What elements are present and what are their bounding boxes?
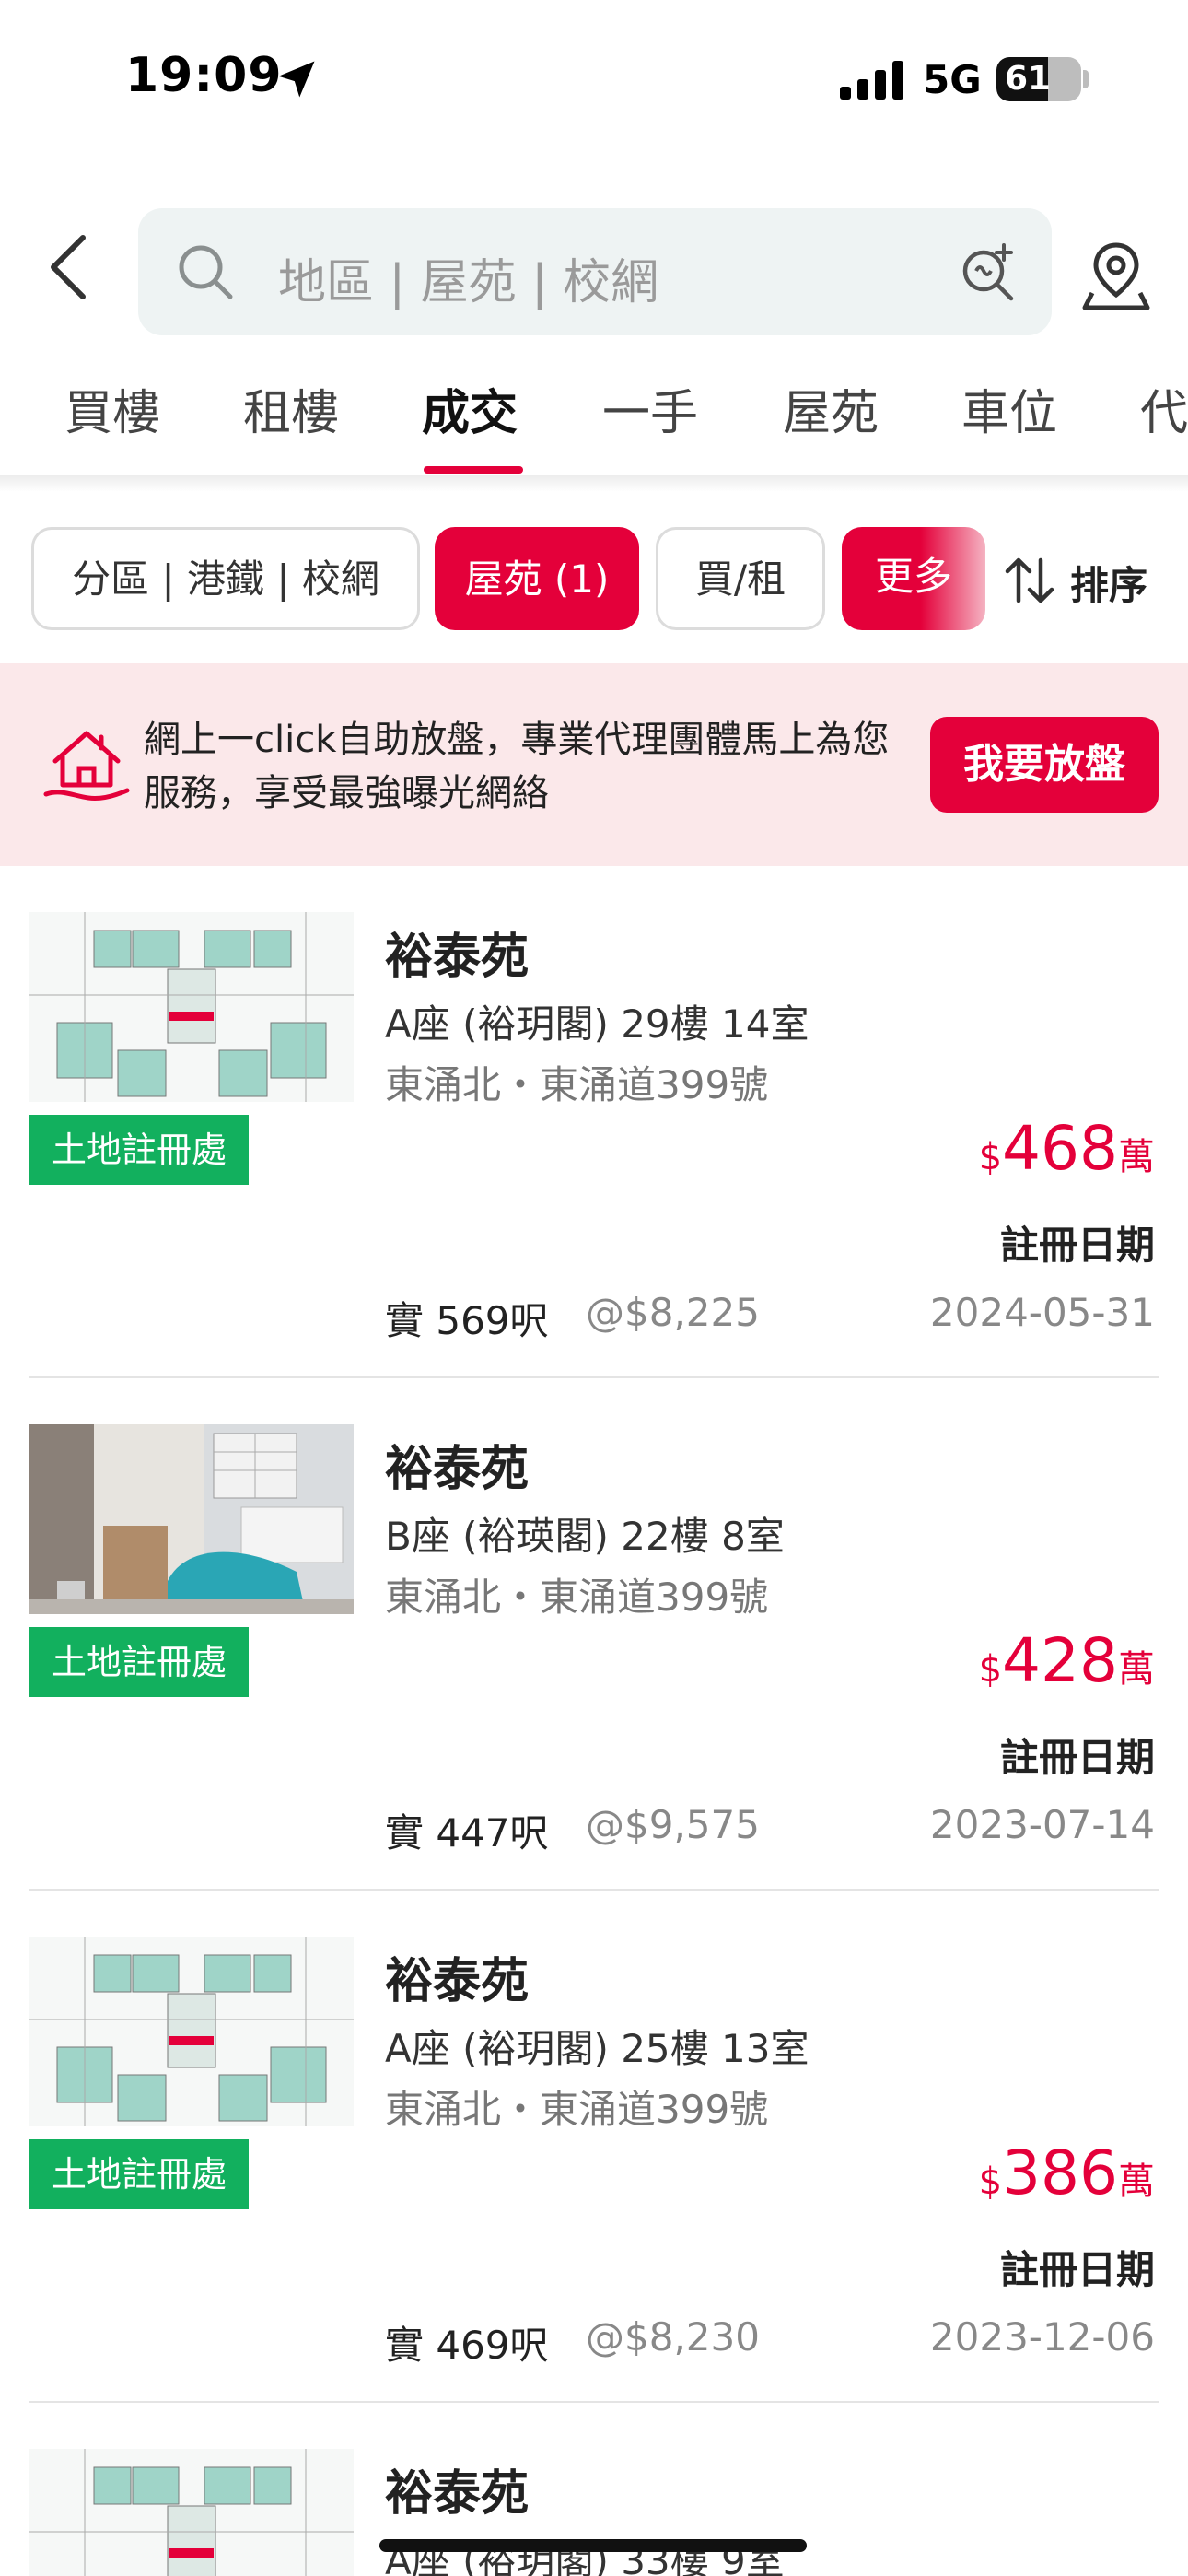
- registration-date: 2024-05-31: [929, 1290, 1155, 1335]
- floor-plan-image: [29, 2449, 354, 2576]
- listing-price: $428萬: [979, 1625, 1155, 1696]
- price-currency: $: [978, 1136, 1003, 1178]
- price-unit: 萬: [1118, 2160, 1155, 2203]
- map-pin-icon[interactable]: [1079, 238, 1153, 311]
- listing-item[interactable]: 土地註冊處 裕泰苑 B座 (裕瑛閣) 22樓 8室 東涌北・東涌道399號 $4…: [0, 1378, 1188, 1891]
- listing-title: 裕泰苑: [385, 930, 530, 985]
- sort-icon: [1005, 557, 1054, 603]
- tab-rent[interactable]: 租樓: [243, 374, 339, 443]
- tab-new-homes[interactable]: 一手: [602, 374, 698, 443]
- listing-area: 實 447呎: [385, 1810, 549, 1856]
- filter-bar: 分區 | 港鐵 | 校網 屋苑 (1) 買/租 更多 排序: [0, 527, 1188, 632]
- registration-date-label: 註冊日期: [999, 1223, 1155, 1268]
- list-property-button[interactable]: 我要放盤: [930, 717, 1159, 813]
- listing-unit-price: @$8,230: [586, 2314, 760, 2359]
- listing-address: 東涌北・東涌道399號: [385, 1062, 769, 1107]
- registration-date-label: 註冊日期: [999, 2247, 1155, 2292]
- status-time: 19:09: [125, 48, 283, 103]
- smart-search-icon[interactable]: [958, 241, 1019, 302]
- floor-plan-image: [29, 1937, 354, 2126]
- tab-parking[interactable]: 車位: [961, 374, 1057, 443]
- listing-unit: B座 (裕瑛閣) 22樓 8室: [385, 1514, 785, 1559]
- sort-label: 排序: [1070, 563, 1148, 608]
- registration-date: 2023-12-06: [929, 2314, 1155, 2359]
- listing-address: 東涌北・東涌道399號: [385, 1575, 769, 1620]
- listing-item[interactable]: 土地註冊處 裕泰苑 A座 (裕玥閣) 25樓 13室 東涌北・東涌道399號 $…: [0, 1891, 1188, 2403]
- land-registry-badge: 土地註冊處: [29, 1115, 249, 1185]
- house-hand-icon: [43, 731, 130, 801]
- tab-estates[interactable]: 屋苑: [783, 374, 879, 443]
- land-registry-badge: 土地註冊處: [29, 2139, 249, 2209]
- price-currency: $: [978, 2160, 1003, 2203]
- status-bar: 19:09 5G 61: [0, 0, 1188, 157]
- search-placeholder: 地區 | 屋苑 | 校網: [278, 255, 659, 310]
- buy-rent-filter-button[interactable]: 買/租: [656, 527, 825, 630]
- listing-title: 裕泰苑: [385, 1442, 530, 1497]
- self-listing-banner: 網上一click自助放盤，專業代理團體馬上為您服務，享受最強曝光網絡 我要放盤: [0, 663, 1188, 866]
- land-registry-badge: 土地註冊處: [29, 1627, 249, 1697]
- listing-unit-price: @$8,225: [586, 1290, 760, 1335]
- battery-level: 61: [1004, 60, 1052, 98]
- battery-icon: 61: [996, 57, 1081, 101]
- estate-filter-button[interactable]: 屋苑 (1): [435, 527, 639, 630]
- district-filter-button[interactable]: 分區 | 港鐵 | 校網: [31, 527, 420, 630]
- active-tab-indicator: [424, 466, 523, 474]
- signal-icon: [840, 61, 904, 100]
- battery-cap: [1083, 70, 1089, 88]
- listing-price: $468萬: [979, 1113, 1155, 1184]
- price-currency: $: [978, 1648, 1003, 1691]
- listing-unit: A座 (裕玥閣) 29樓 14室: [385, 1001, 809, 1047]
- back-arrow-icon[interactable]: [35, 221, 109, 313]
- header-shadow: [0, 475, 1188, 492]
- registration-date: 2023-07-14: [929, 1802, 1155, 1847]
- price-unit: 萬: [1118, 1648, 1155, 1691]
- listing-unit-price: @$9,575: [586, 1802, 760, 1847]
- tab-buy[interactable]: 買樓: [64, 374, 160, 443]
- registration-date-label: 註冊日期: [999, 1735, 1155, 1780]
- listing-unit: A座 (裕玥閣) 25樓 13室: [385, 2026, 809, 2071]
- listing-item[interactable]: 土地註冊處 裕泰苑 A座 (裕玥閣) 29樓 14室 東涌北・東涌道399號 $…: [0, 866, 1188, 1378]
- search-input[interactable]: 地區 | 屋苑 | 校網: [138, 208, 1052, 335]
- listing-area: 實 469呎: [385, 2323, 549, 2368]
- floor-plan-image: [29, 912, 354, 1102]
- tab-more-truncated[interactable]: 代: [1140, 374, 1188, 443]
- price-value: 386: [1002, 2137, 1118, 2208]
- listing-price: $386萬: [979, 2137, 1155, 2208]
- listing-title: 裕泰苑: [385, 2466, 530, 2522]
- listing-unit: A座 (裕玥閣) 33樓 9室: [385, 2538, 785, 2576]
- interior-photo: [29, 1424, 354, 1614]
- listing-address: 東涌北・東涌道399號: [385, 2087, 769, 2132]
- banner-text: 網上一click自助放盤，專業代理團體馬上為您服務，享受最強曝光網絡: [144, 719, 890, 814]
- network-type: 5G: [923, 57, 982, 102]
- listing-title: 裕泰苑: [385, 1954, 530, 2009]
- home-indicator[interactable]: [379, 2539, 807, 2552]
- search-icon: [179, 245, 233, 299]
- price-value: 428: [1002, 1625, 1118, 1696]
- location-arrow-icon: [278, 61, 315, 98]
- price-unit: 萬: [1118, 1136, 1155, 1178]
- more-filter-button[interactable]: 更多: [842, 527, 985, 630]
- price-value: 468: [1002, 1113, 1118, 1184]
- tab-transactions[interactable]: 成交: [422, 374, 518, 443]
- listing-area: 實 569呎: [385, 1298, 549, 1343]
- category-tabs: 買樓 租樓 成交 一手 屋苑 車位 代: [0, 369, 1188, 477]
